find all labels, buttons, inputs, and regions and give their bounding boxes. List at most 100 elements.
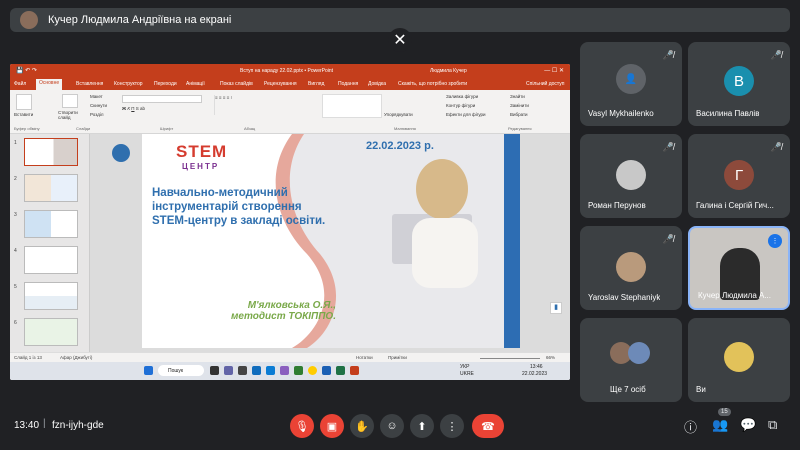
- tab-transitions[interactable]: Переходи: [154, 81, 177, 87]
- excel-icon[interactable]: [336, 366, 345, 375]
- edge-icon[interactable]: [266, 366, 275, 375]
- participant-tile[interactable]: 🎤̸ 👤 Vasyl Mykhailenko: [580, 42, 682, 126]
- new-slide-icon[interactable]: [62, 94, 78, 108]
- shape-fill-button[interactable]: Заливка фігури: [446, 94, 478, 99]
- slide-thumbnail-3[interactable]: [24, 210, 78, 238]
- slide-number: 4: [14, 248, 17, 254]
- tab-file[interactable]: Файл: [14, 81, 26, 87]
- present-button[interactable]: ⬆: [410, 414, 434, 438]
- slide-thumbnail-1[interactable]: [24, 138, 78, 166]
- tab-home[interactable]: Основне: [36, 79, 63, 90]
- slide-editor-canvas: STEM ЦЕНТР 22.02.2023 р. Навчально-метод…: [90, 134, 570, 352]
- tab-view2[interactable]: Подання: [338, 81, 358, 87]
- slide-number: 3: [14, 212, 17, 218]
- camera-toggle-button[interactable]: ▣: [320, 414, 344, 438]
- layout-button[interactable]: Макет: [90, 94, 103, 99]
- comments-button[interactable]: Примітки: [388, 355, 407, 360]
- file-explorer-icon[interactable]: [238, 366, 247, 375]
- mic-toggle-button[interactable]: 🎙: [290, 414, 314, 438]
- participant-name: Галина і Сергій Гич...: [696, 201, 774, 210]
- tab-view[interactable]: Вигляд: [308, 81, 324, 87]
- word-icon[interactable]: [322, 366, 331, 375]
- slide-thumbnail-4[interactable]: [24, 246, 78, 274]
- more-options-button[interactable]: ⋮: [440, 414, 464, 438]
- participant-avatar: [616, 252, 646, 282]
- tab-design[interactable]: Конструктор: [114, 81, 143, 87]
- bookmark-icon[interactable]: ▮: [550, 302, 562, 314]
- tab-animations[interactable]: Анімації: [186, 81, 205, 87]
- slide-author-line: М'ялковська О.Я.,: [247, 300, 336, 311]
- participant-tile-presenter[interactable]: ⋮ Кучер Людмила А...: [688, 226, 790, 310]
- arrange-button[interactable]: Упорядкувати: [384, 112, 413, 117]
- shapes-gallery[interactable]: [322, 94, 382, 118]
- taskbar-search[interactable]: Пошук: [158, 365, 204, 376]
- participant-tile[interactable]: 🎤̸ Yaroslav Stephaniyk: [580, 226, 682, 310]
- share-button[interactable]: Спільний доступ: [526, 81, 564, 87]
- participant-avatar: [628, 342, 650, 364]
- speaking-icon: ⋮: [768, 234, 782, 248]
- tab-help[interactable]: Довідка: [368, 81, 386, 87]
- paragraph-buttons[interactable]: ≡ ≡ ≡ ≡ ⁝: [214, 95, 294, 115]
- participant-tile[interactable]: 🎤̸ В Василина Павлів: [688, 42, 790, 126]
- section-button[interactable]: Розділ: [90, 112, 103, 117]
- language-indicator[interactable]: Афар (Джибуті): [60, 355, 92, 360]
- zoom-slider[interactable]: [480, 358, 540, 359]
- mail-icon[interactable]: [252, 366, 261, 375]
- window-controls[interactable]: — ☐ ✕: [544, 67, 564, 74]
- slide-author: М'ялковська О.Я., методист ТОКІППО.: [226, 300, 336, 322]
- present-icon: ⬆: [417, 420, 427, 433]
- font-select[interactable]: [122, 95, 202, 103]
- task-view-icon[interactable]: [210, 366, 219, 375]
- zoom-level[interactable]: 66%: [546, 355, 555, 360]
- group-editing: Редагування: [508, 126, 532, 131]
- slide-title-line: STEM-центру в закладі освіти.: [152, 215, 326, 227]
- reactions-button[interactable]: ☺: [380, 414, 404, 438]
- select-button[interactable]: Вибрати: [510, 112, 528, 117]
- close-icon[interactable]: ✕: [388, 28, 412, 52]
- participant-avatar: [616, 160, 646, 190]
- info-icon[interactable]: ⓘ: [684, 417, 697, 436]
- paste-button[interactable]: Вставити: [14, 112, 33, 117]
- app-icon[interactable]: [294, 366, 303, 375]
- chat-icon[interactable]: 💬: [740, 417, 756, 433]
- activities-icon[interactable]: ⧉: [768, 417, 777, 433]
- participant-tile-others[interactable]: Ще 7 осіб: [580, 318, 682, 402]
- powerpoint-icon[interactable]: [350, 366, 359, 375]
- replace-button[interactable]: Замінити: [510, 103, 529, 108]
- participant-tile[interactable]: 🎤̸ Роман Перунов: [580, 134, 682, 218]
- group-clipboard: Буфер обміну: [14, 126, 40, 131]
- user-name: Людмила Кучер: [430, 68, 467, 74]
- tell-me-search[interactable]: Скажіть, що потрібно зробити: [398, 81, 467, 87]
- notes-button[interactable]: Нотатки: [356, 355, 373, 360]
- slide-thumbnail-5[interactable]: [24, 282, 78, 310]
- shape-effects-button[interactable]: Ефекти для фігури: [446, 112, 486, 117]
- new-slide-button[interactable]: Створити слайд: [58, 110, 88, 120]
- tab-insert[interactable]: Вставлення: [76, 81, 103, 87]
- viber-icon[interactable]: [280, 366, 289, 375]
- windows-start-icon[interactable]: [144, 366, 153, 375]
- paste-icon[interactable]: [16, 94, 32, 110]
- font-format-buttons[interactable]: Ж К П S ab: [122, 106, 202, 114]
- current-slide[interactable]: STEM ЦЕНТР 22.02.2023 р. Навчально-метод…: [142, 134, 520, 348]
- slide-number: 6: [14, 320, 17, 326]
- self-tile[interactable]: Ви: [688, 318, 790, 402]
- tab-slideshow[interactable]: Показ слайдів: [220, 81, 253, 87]
- slide-thumbnail-6[interactable]: [24, 318, 78, 346]
- chrome-icon[interactable]: [308, 366, 317, 375]
- leave-call-button[interactable]: ☎: [472, 414, 504, 438]
- shape-outline-button[interactable]: Контур фігури: [446, 103, 475, 108]
- participant-tile[interactable]: 🎤̸ Г Галина і Сергій Гич...: [688, 134, 790, 218]
- save-icon[interactable]: 💾 ↶ ↷: [16, 67, 37, 74]
- taskbar-date: 22.02.2023: [522, 371, 548, 377]
- group-slides: Слайди: [76, 126, 91, 131]
- slide-thumbnail-2[interactable]: [24, 174, 78, 202]
- tab-review[interactable]: Рецензування: [264, 81, 297, 87]
- slide-number: 2: [14, 176, 17, 182]
- mic-off-icon: 🎤̸: [662, 234, 674, 244]
- find-button[interactable]: Знайти: [510, 94, 525, 99]
- teams-icon[interactable]: [224, 366, 233, 375]
- keyboard-lang[interactable]: УКР: [460, 364, 469, 370]
- people-icon[interactable]: 👥: [712, 417, 728, 433]
- reset-button[interactable]: Скинути: [90, 103, 107, 108]
- raise-hand-button[interactable]: ✋: [350, 414, 374, 438]
